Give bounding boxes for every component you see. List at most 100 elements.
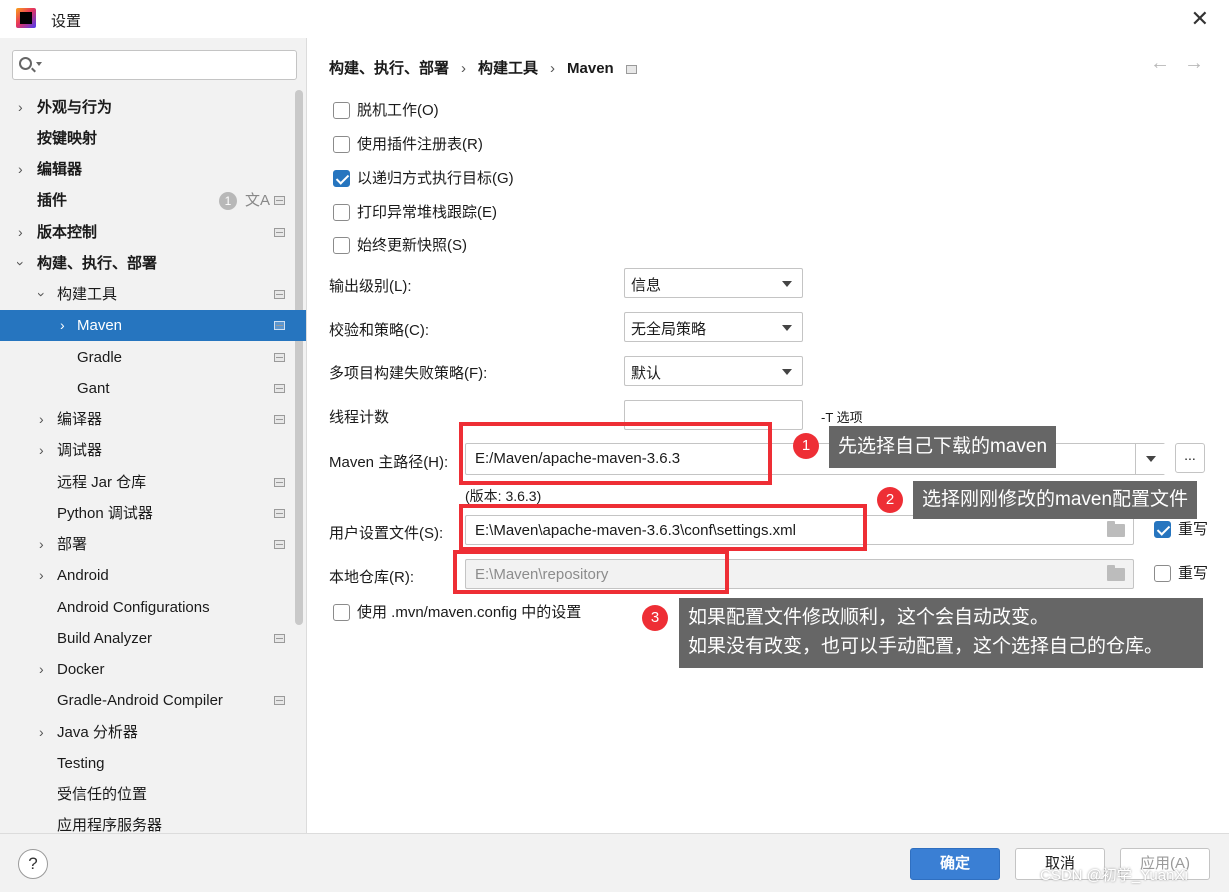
breadcrumb-build-tools[interactable]: 构建工具: [478, 60, 538, 77]
annotation-highlight-user-settings: [459, 504, 867, 551]
close-icon[interactable]: ✕: [1191, 6, 1209, 32]
search-input[interactable]: [12, 50, 297, 80]
checkbox-box[interactable]: [333, 102, 350, 119]
project-level-icon: [274, 290, 285, 299]
search-options-caret-icon[interactable]: [36, 62, 42, 66]
sidebar-item-python-debugger[interactable]: Python 调试器: [0, 498, 306, 529]
sidebar-item-keymap[interactable]: 按键映射: [0, 123, 306, 154]
sidebar-item-application-servers[interactable]: 应用程序服务器: [0, 810, 306, 833]
project-level-icon: [274, 415, 285, 424]
sidebar-item-docker[interactable]: › Docker: [0, 654, 306, 685]
sidebar-item-appearance[interactable]: › 外观与行为: [0, 92, 306, 123]
local-repo-label: 本地仓库(R):: [329, 569, 414, 586]
dropdown-arrow-icon: [782, 369, 792, 375]
watermark-text: CSDN @初学_YuanXi: [1040, 867, 1188, 884]
chevron-right-icon[interactable]: ›: [18, 92, 23, 123]
sidebar-item-testing[interactable]: Testing: [0, 748, 306, 779]
dropdown-arrow-icon: [782, 325, 792, 331]
project-level-icon: [274, 540, 285, 549]
project-level-icon: [625, 64, 637, 74]
intellij-app-icon: [16, 8, 36, 28]
breadcrumb-build-execution-deployment[interactable]: 构建、执行、部署: [329, 60, 449, 77]
annotation-highlight-local-repo: [453, 550, 729, 594]
chevron-down-icon[interactable]: ›: [5, 261, 36, 266]
project-level-icon: [274, 384, 285, 393]
breadcrumb-separator-icon: ›: [550, 60, 556, 77]
dialog-footer: ? 确定 取消 应用(A) CSDN @初学_YuanXi: [0, 833, 1229, 892]
back-arrow-icon[interactable]: ←: [1150, 52, 1170, 75]
annotation-callout-2: 选择刚刚修改的maven配置文件: [913, 481, 1198, 519]
checkbox-box[interactable]: [333, 237, 350, 254]
title-bar: 设置 ✕: [0, 0, 1229, 38]
checkbox-box[interactable]: [333, 204, 350, 221]
folder-icon[interactable]: [1107, 521, 1125, 537]
sidebar-item-build-execution-deployment[interactable]: › 构建、执行、部署: [0, 248, 306, 279]
breadcrumb-maven: Maven: [567, 60, 614, 77]
output-level-label: 输出级别(L):: [329, 278, 412, 295]
chevron-right-icon[interactable]: ›: [39, 717, 44, 748]
folder-icon[interactable]: [1107, 565, 1125, 581]
annotation-number-2: 2: [877, 487, 903, 513]
translate-icon: 文A: [245, 192, 271, 209]
chevron-down-icon[interactable]: ›: [26, 292, 57, 297]
chevron-right-icon[interactable]: ›: [39, 529, 44, 560]
project-level-icon: [274, 509, 285, 518]
window-title: 设置: [51, 13, 82, 30]
dropdown-arrow-icon: [782, 281, 792, 287]
help-icon[interactable]: ?: [18, 849, 48, 879]
checksum-policy-select[interactable]: 无全局策略: [624, 312, 803, 342]
checkbox-box[interactable]: [1154, 565, 1171, 582]
annotation-number-1: 1: [793, 433, 819, 459]
sidebar-item-deployment[interactable]: › 部署: [0, 529, 306, 560]
forward-arrow-icon[interactable]: →: [1184, 52, 1204, 75]
sidebar-item-trusted-locations[interactable]: 受信任的位置: [0, 779, 306, 810]
sidebar-item-gradle[interactable]: Gradle: [0, 342, 306, 373]
annotation-callout-3-line2: 如果没有改变，也可以手动配置，这个选择自己的仓库。: [688, 636, 1164, 657]
sidebar-item-build-tools[interactable]: › 构建工具: [0, 279, 306, 310]
checkbox-box[interactable]: [333, 136, 350, 153]
chevron-right-icon[interactable]: ›: [39, 435, 44, 466]
sidebar-item-build-analyzer[interactable]: Build Analyzer: [0, 623, 306, 654]
failure-policy-select[interactable]: 默认: [624, 356, 803, 386]
output-level-select[interactable]: 信息: [624, 268, 803, 298]
maven-version-text: (版本: 3.6.3): [465, 488, 542, 504]
search-icon: [19, 57, 32, 70]
breadcrumb-separator-icon: ›: [461, 60, 467, 77]
thread-count-label: 线程计数: [329, 409, 390, 426]
chevron-right-icon[interactable]: ›: [39, 654, 44, 685]
sidebar-item-vcs[interactable]: › 版本控制: [0, 217, 306, 248]
chevron-right-icon[interactable]: ›: [18, 154, 23, 185]
ok-button[interactable]: 确定: [910, 848, 1000, 880]
annotation-number-3: 3: [642, 605, 668, 631]
project-level-icon: [274, 478, 285, 487]
checkbox-box-checked[interactable]: [333, 170, 350, 187]
sidebar-item-maven[interactable]: › Maven: [0, 310, 306, 341]
maven-home-browse-button[interactable]: ...: [1175, 443, 1205, 473]
sidebar-item-editor[interactable]: › 编辑器: [0, 154, 306, 185]
sidebar-item-compiler[interactable]: › 编译器: [0, 404, 306, 435]
chevron-right-icon[interactable]: ›: [39, 560, 44, 591]
sidebar-item-gant[interactable]: Gant: [0, 373, 306, 404]
project-level-icon: [274, 228, 285, 237]
annotation-callout-3-line1: 如果配置文件修改顺利，这个会自动改变。: [688, 607, 1050, 628]
annotation-highlight-maven-home: [459, 422, 772, 485]
project-level-icon: [274, 634, 285, 643]
chevron-right-icon[interactable]: ›: [60, 310, 65, 341]
sidebar-item-android[interactable]: › Android: [0, 560, 306, 591]
plugins-count-badge: 1: [219, 192, 237, 210]
project-level-icon: [274, 321, 285, 330]
sidebar-item-plugins[interactable]: 插件 1 文A: [0, 185, 306, 216]
sidebar-item-java-profiler[interactable]: › Java 分析器: [0, 717, 306, 748]
sidebar-item-gradle-android-compiler[interactable]: Gradle-Android Compiler: [0, 685, 306, 716]
breadcrumb: 构建、执行、部署 › 构建工具 › Maven: [329, 57, 637, 78]
sidebar-item-debugger[interactable]: › 调试器: [0, 435, 306, 466]
sidebar-item-android-configurations[interactable]: Android Configurations: [0, 592, 306, 623]
checkbox-box[interactable]: [333, 604, 350, 621]
chevron-right-icon[interactable]: ›: [18, 217, 23, 248]
chevron-right-icon[interactable]: ›: [39, 404, 44, 435]
checkbox-box-checked[interactable]: [1154, 521, 1171, 538]
checksum-policy-label: 校验和策略(C):: [329, 322, 429, 339]
maven-home-dropdown-icon[interactable]: [1135, 444, 1165, 474]
project-level-icon: [274, 353, 285, 362]
sidebar-item-remote-jar-repos[interactable]: 远程 Jar 仓库: [0, 467, 306, 498]
